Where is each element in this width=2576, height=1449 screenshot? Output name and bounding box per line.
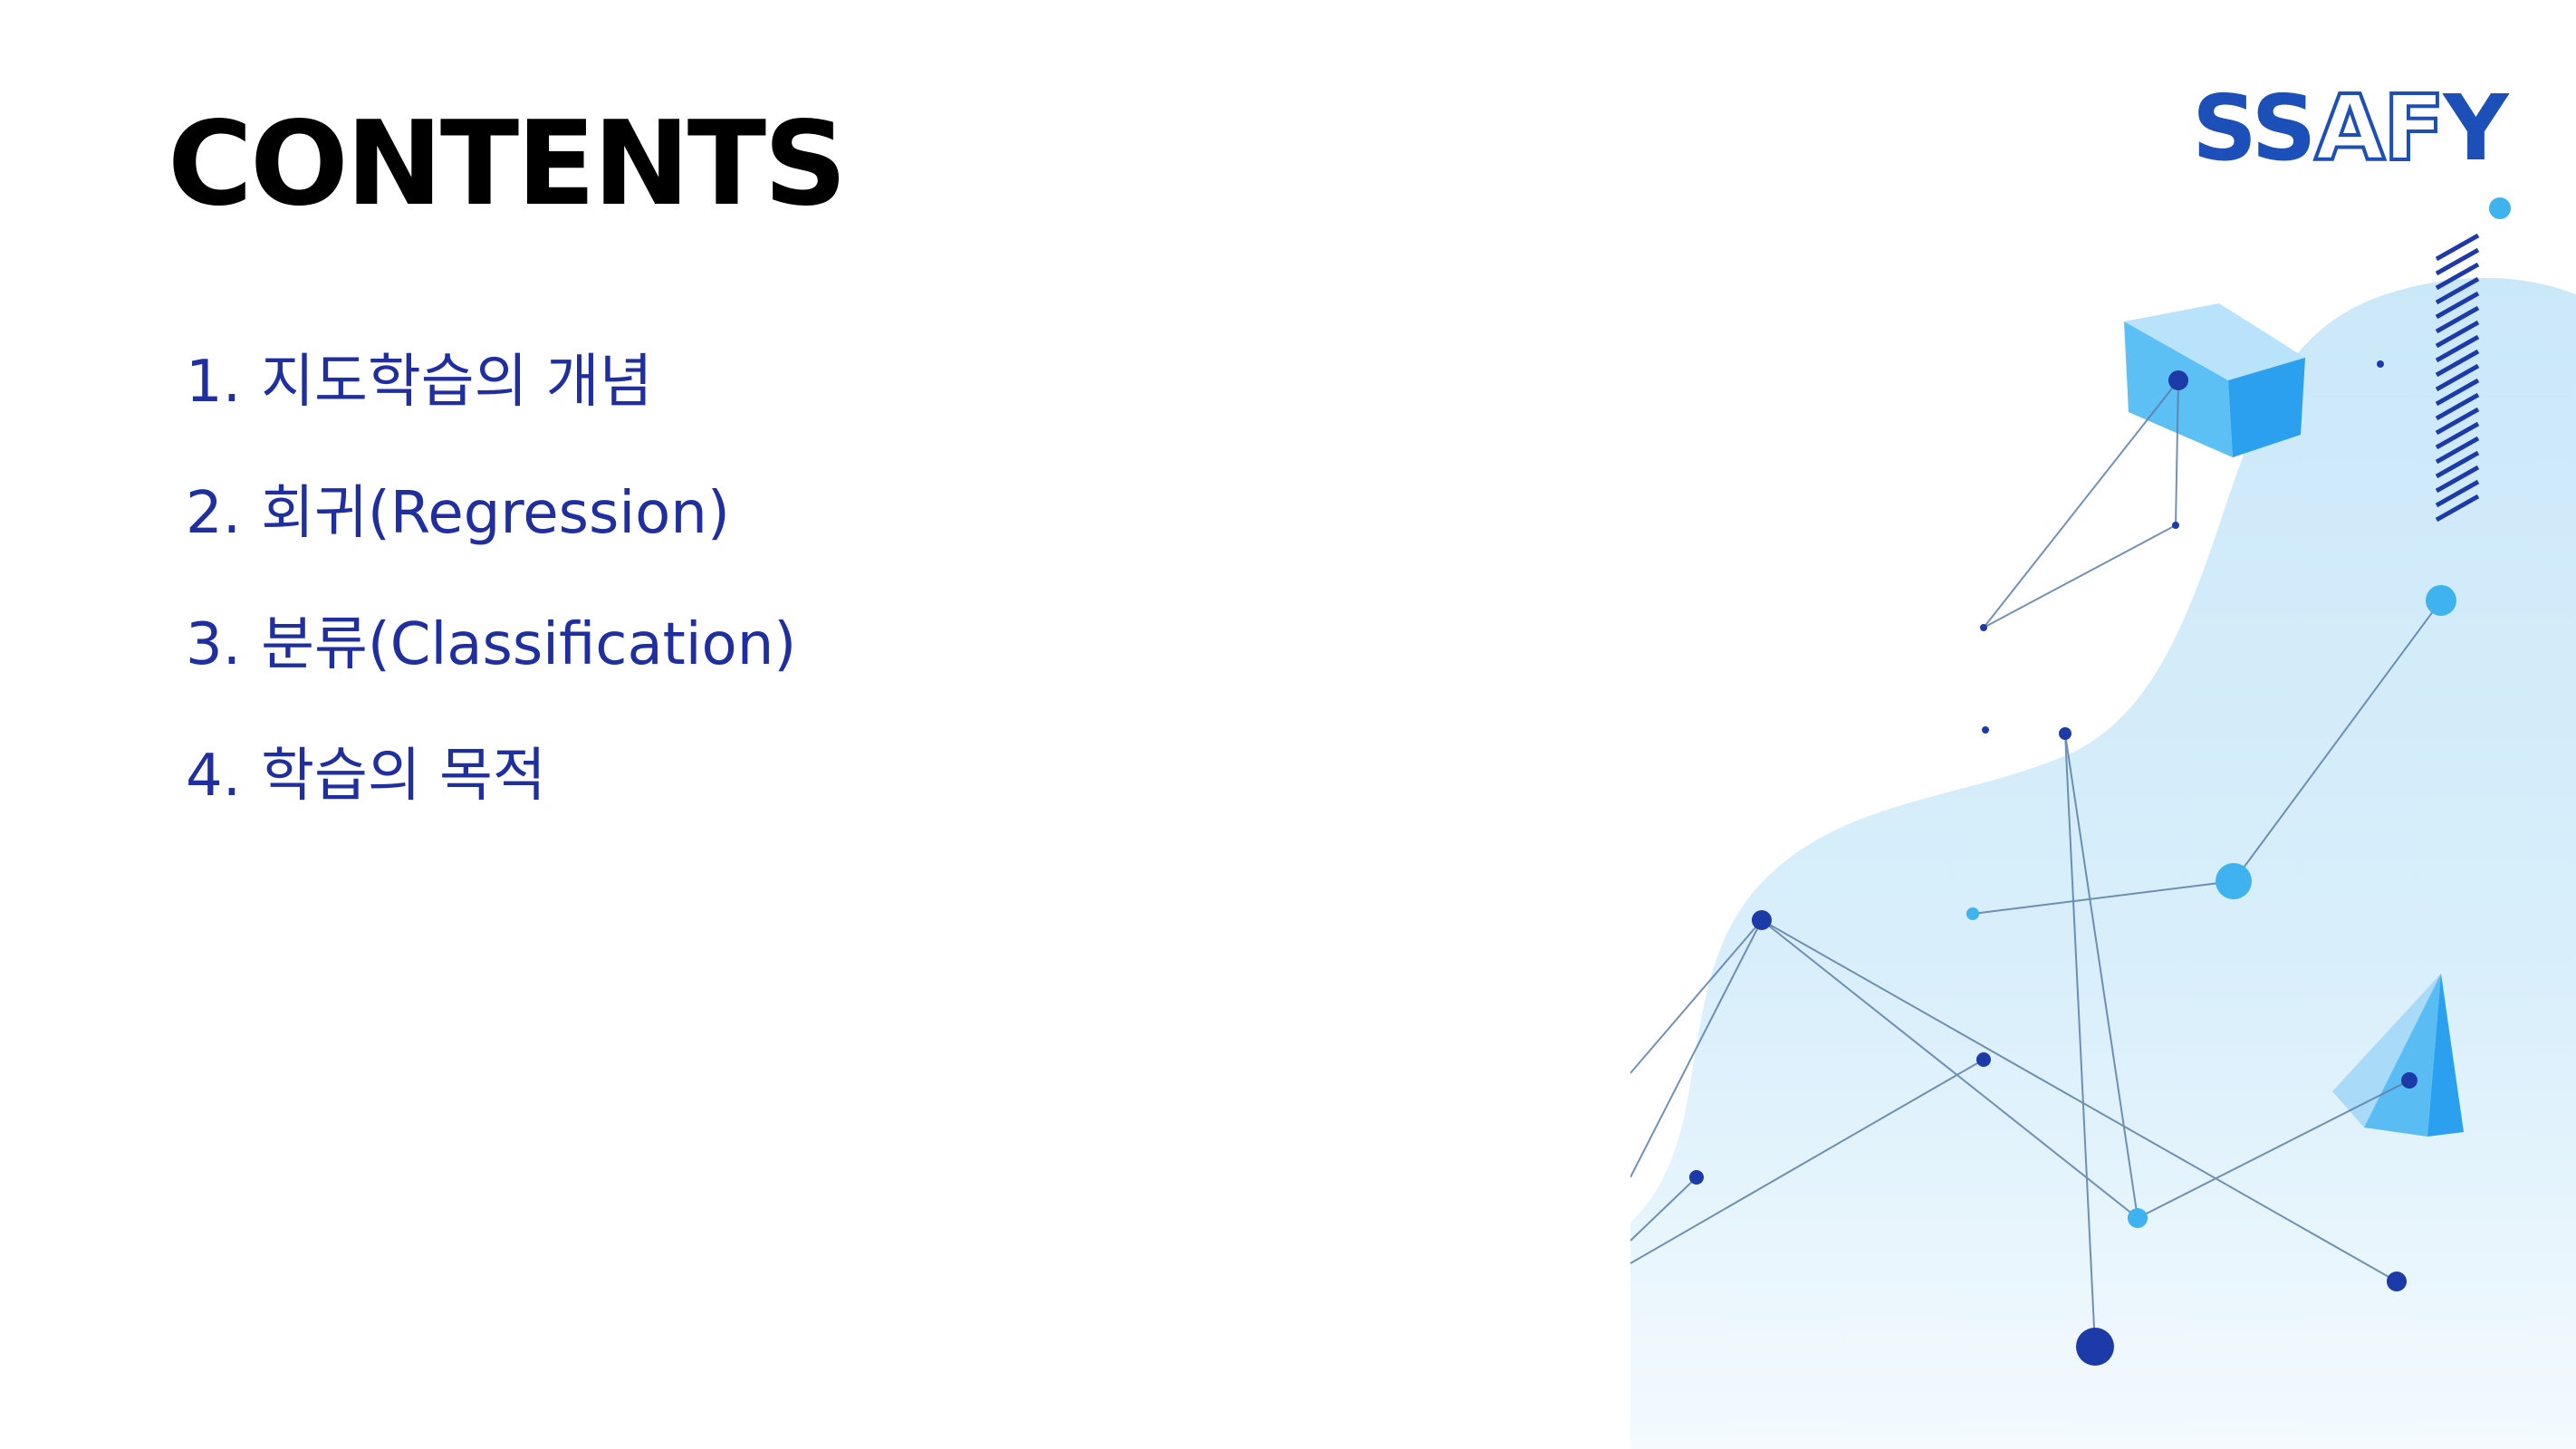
item-label: 회귀(Regression) <box>261 480 730 547</box>
item-number: 4. <box>186 743 242 810</box>
item-label: 분류(Classification) <box>261 611 797 678</box>
page-title: CONTENTS <box>168 97 847 232</box>
cube-shape <box>2124 303 2305 457</box>
contents-item: 4. 학습의 목적 <box>186 747 796 878</box>
item-number: 3. <box>186 611 242 678</box>
item-number: 1. <box>186 349 242 416</box>
background-blob <box>1630 277 2576 1449</box>
contents-item: 2. 회귀(Regression) <box>186 485 796 616</box>
network-illustration <box>1630 197 2576 1449</box>
item-label: 학습의 목적 <box>261 743 546 810</box>
contents-list: 1. 지도학습의 개념 2. 회귀(Regression) 3. 분류(Classif… <box>186 353 796 878</box>
contents-item: 3. 분류(Classification) <box>186 616 796 747</box>
item-number: 2. <box>186 480 242 547</box>
item-label: 지도학습의 개념 <box>261 349 653 416</box>
contents-item: 1. 지도학습의 개념 <box>186 353 796 485</box>
